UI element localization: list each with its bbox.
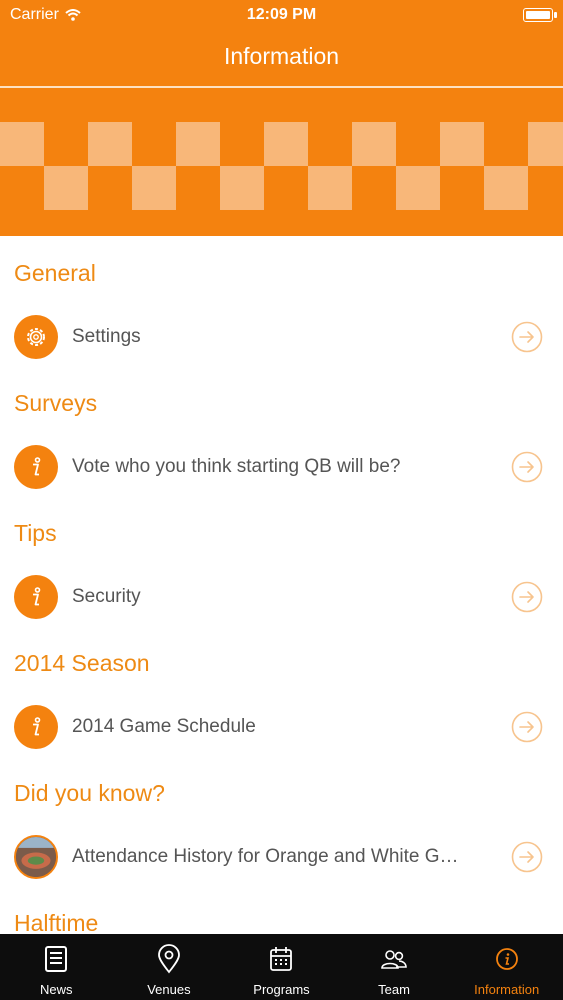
- section-header: 2014 Season: [14, 650, 150, 676]
- stadium-photo-icon: [14, 835, 58, 879]
- section: Halftime: [0, 886, 563, 934]
- tab-label: Programs: [253, 982, 310, 997]
- tab-label: Team: [378, 982, 410, 997]
- section: General Settings: [0, 236, 563, 366]
- checkerboard-pattern: [0, 122, 563, 210]
- checker-square: [220, 166, 264, 210]
- tab-venues[interactable]: Venues: [113, 934, 226, 1000]
- tab-label: News: [40, 982, 73, 997]
- section-header: Tips: [14, 520, 57, 546]
- gear-icon: [14, 315, 58, 359]
- section: Did you know? Attendance History for Oran…: [0, 756, 563, 886]
- news-icon: [42, 944, 70, 974]
- list-item-label: 2014 Game Schedule: [72, 716, 256, 737]
- info-icon: [14, 445, 58, 489]
- info-icon: [14, 575, 58, 619]
- section: Tips Security: [0, 496, 563, 626]
- tab-bar: News Venues Programs Team Information: [0, 934, 563, 1000]
- checker-square: [88, 122, 132, 166]
- information-list[interactable]: General Settings Surveys Vote who you think…: [0, 236, 563, 934]
- list-item-label: Vote who you think starting QB will be?: [72, 456, 401, 477]
- tab-team[interactable]: Team: [338, 934, 451, 1000]
- header-banner: [0, 88, 563, 236]
- arrow-right-icon[interactable]: [511, 581, 543, 613]
- list-item[interactable]: Settings: [0, 308, 563, 366]
- info-icon: [14, 705, 58, 749]
- list-item-label: Attendance History for Orange and White …: [72, 846, 459, 867]
- section-header: General: [14, 260, 96, 286]
- checker-square: [440, 122, 484, 166]
- arrow-right-icon[interactable]: [511, 711, 543, 743]
- checker-square: [176, 122, 220, 166]
- section-header: Did you know?: [14, 780, 165, 806]
- section: 2014 Season 2014 Game Schedule: [0, 626, 563, 756]
- tab-label: Venues: [147, 982, 191, 997]
- list-item[interactable]: Vote who you think starting QB will be?: [0, 438, 563, 496]
- battery-icon: [523, 8, 557, 22]
- arrow-right-icon[interactable]: [511, 841, 543, 873]
- tab-information[interactable]: Information: [450, 934, 563, 1000]
- section-header: Surveys: [14, 390, 98, 416]
- section: Surveys Vote who you think starting QB wi…: [0, 366, 563, 496]
- page-title: Information: [223, 43, 340, 69]
- list-item-label: Security: [72, 586, 141, 607]
- list-item[interactable]: Security: [0, 568, 563, 626]
- top-bar: Carrier 12:09 PM Information: [0, 0, 563, 88]
- checker-square: [308, 166, 352, 210]
- section-header: Halftime: [14, 910, 99, 934]
- list-item-label: Settings: [72, 326, 141, 347]
- arrow-right-icon[interactable]: [511, 321, 543, 353]
- tab-news[interactable]: News: [0, 934, 113, 1000]
- list-item[interactable]: Attendance History for Orange and White …: [0, 828, 563, 886]
- calendar-icon: [267, 944, 295, 974]
- battery-fill: [526, 11, 550, 19]
- tab-label: Information: [474, 982, 540, 997]
- checker-square: [352, 122, 396, 166]
- arrow-right-icon[interactable]: [511, 451, 543, 483]
- checker-square: [264, 122, 308, 166]
- map-pin-icon: [155, 944, 183, 974]
- status-bar: Carrier 12:09 PM: [0, 0, 563, 30]
- checker-square: [132, 166, 176, 210]
- checker-square: [396, 166, 440, 210]
- checker-square: [484, 166, 528, 210]
- status-time: 12:09 PM: [246, 6, 317, 23]
- checker-square: [44, 166, 88, 210]
- info-circle-icon: [493, 944, 521, 974]
- checker-square: [0, 122, 44, 166]
- checker-square: [528, 122, 563, 166]
- list-item[interactable]: 2014 Game Schedule: [0, 698, 563, 756]
- team-icon: [380, 944, 408, 974]
- tab-programs[interactable]: Programs: [225, 934, 338, 1000]
